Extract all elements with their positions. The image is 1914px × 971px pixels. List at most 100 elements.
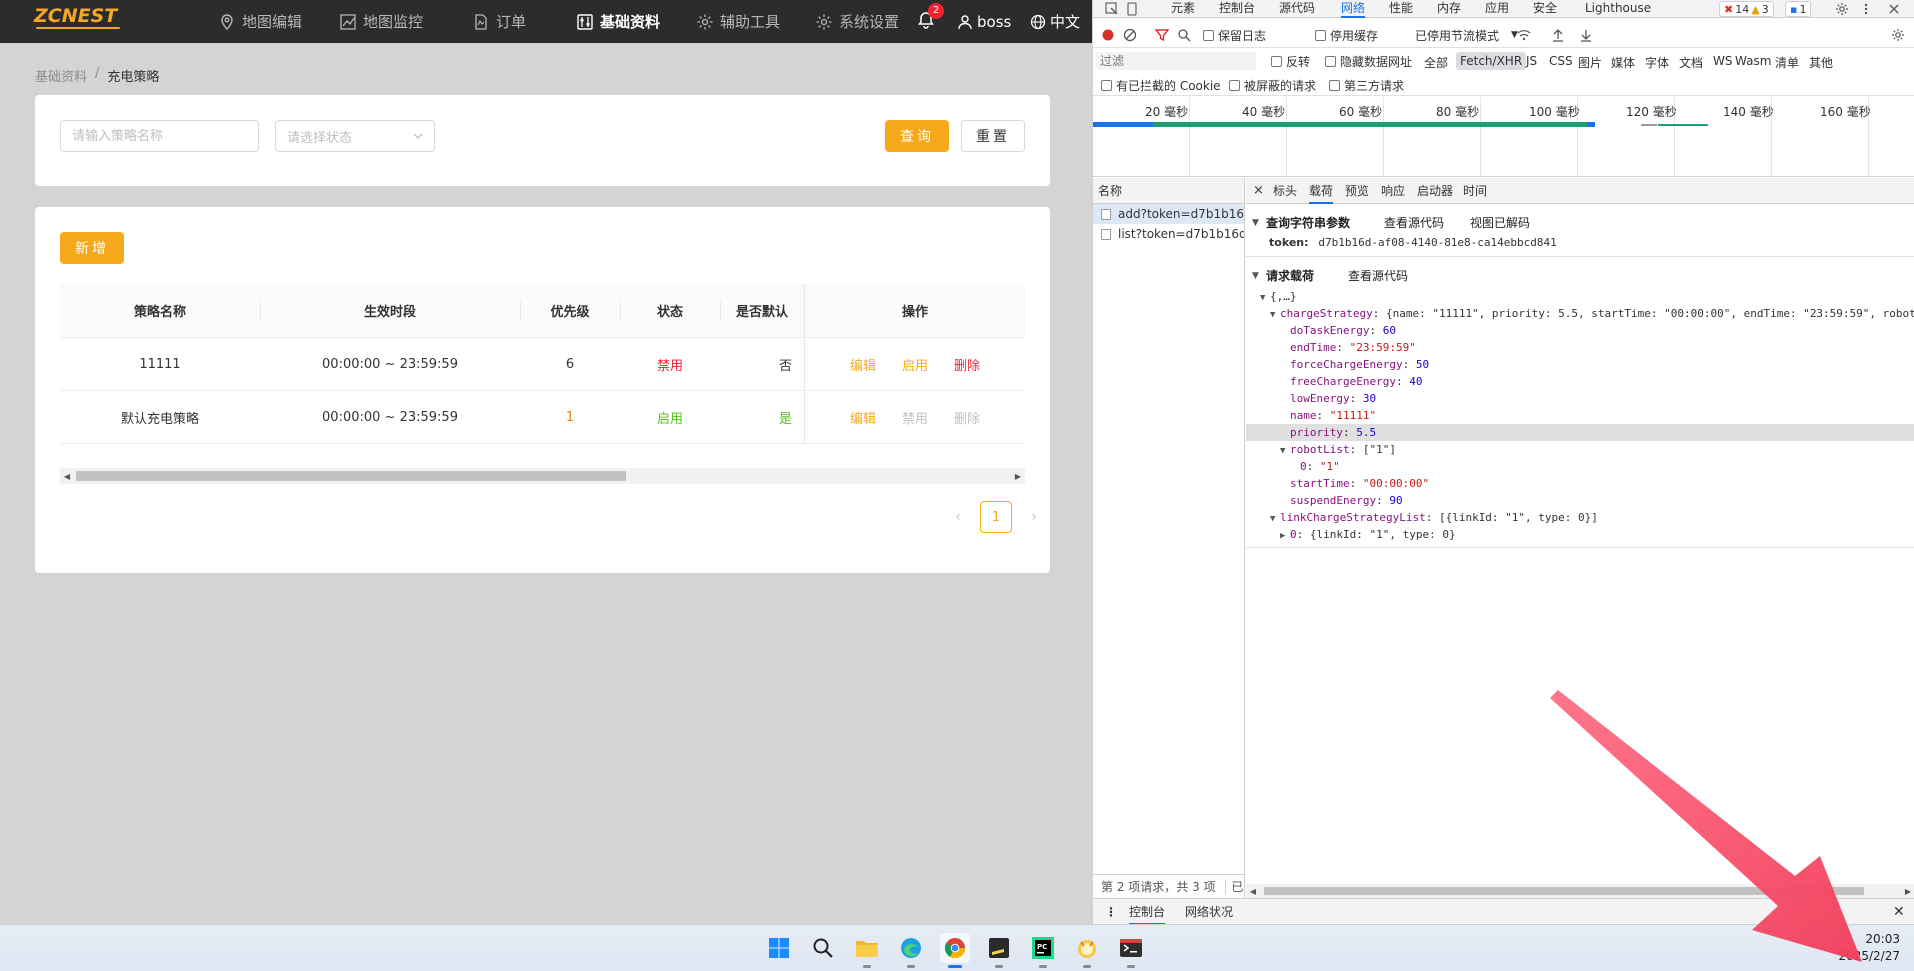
tab-sources[interactable]: 源代码 xyxy=(1279,0,1315,18)
scroll-left-arrow-icon[interactable]: ◀ xyxy=(60,468,74,484)
close-icon[interactable]: × xyxy=(1253,178,1264,204)
tab-lighthouse[interactable]: Lighthouse xyxy=(1585,0,1651,18)
search-icon[interactable] xyxy=(808,933,838,963)
wifi-settings-icon[interactable] xyxy=(1517,28,1531,42)
blocked-requests-checkbox[interactable]: 被屏蔽的请求 xyxy=(1229,76,1316,94)
tab-memory[interactable]: 内存 xyxy=(1437,0,1461,18)
tree-node-link-list[interactable]: ▼ linkChargeStrategyList: [{linkId: "1", … xyxy=(1246,509,1914,526)
request-list-header[interactable]: 名称 xyxy=(1093,178,1244,204)
detail-horizontal-scrollbar[interactable]: ◀ ▶ xyxy=(1246,884,1914,898)
view-source-link[interactable]: 查看源代码 xyxy=(1384,214,1444,231)
pycharm-icon[interactable]: PC xyxy=(1028,933,1058,968)
tab-preview[interactable]: 预览 xyxy=(1345,178,1369,204)
type-filter-img[interactable]: 图片 xyxy=(1578,54,1602,71)
tab-initiator[interactable]: 启动器 xyxy=(1417,178,1453,204)
table-horizontal-scrollbar[interactable]: ◀ ▶ xyxy=(60,468,1025,484)
view-source-link[interactable]: 查看源代码 xyxy=(1348,267,1408,284)
throttle-select[interactable]: 已停用节流模式 ▼ xyxy=(1415,26,1518,44)
tab-payload[interactable]: 载荷 xyxy=(1309,178,1334,204)
user-menu[interactable]: boss xyxy=(957,0,1011,43)
type-filter-js[interactable]: JS xyxy=(1526,54,1537,68)
preserve-log-checkbox[interactable]: 保留日志 xyxy=(1203,26,1266,44)
gear-icon[interactable] xyxy=(1835,2,1849,16)
drawer-menu-icon[interactable]: ⋮ xyxy=(1105,899,1117,925)
issue-counter[interactable]: ✖ 14 ▲ 3 xyxy=(1719,1,1774,17)
sticky-notes-icon[interactable] xyxy=(984,933,1014,968)
blocked-cookies-checkbox[interactable]: 有已拦截的 Cookie xyxy=(1101,76,1221,94)
nav-aux-tools[interactable]: 辅助工具 xyxy=(696,0,780,43)
tab-timing[interactable]: 时间 xyxy=(1463,178,1487,204)
tab-console[interactable]: 控制台 xyxy=(1219,0,1255,18)
tab-headers[interactable]: 标头 xyxy=(1273,178,1297,204)
tree-node-link-item[interactable]: ▶ 0: {linkId: "1", type: 0} xyxy=(1246,526,1914,543)
device-toggle-icon[interactable] xyxy=(1125,2,1139,16)
breadcrumb-parent[interactable]: 基础资料 xyxy=(35,66,87,85)
search-icon[interactable] xyxy=(1177,28,1191,42)
tab-elements[interactable]: 元素 xyxy=(1171,0,1195,18)
hide-data-urls-checkbox[interactable]: 隐藏数据网址 xyxy=(1325,52,1412,70)
delete-link[interactable]: 删除 xyxy=(954,355,980,374)
prev-page-icon[interactable]: ‹ xyxy=(950,509,966,525)
query-button[interactable]: 查询 xyxy=(885,120,949,152)
edge-icon[interactable] xyxy=(896,933,926,968)
next-page-icon[interactable]: › xyxy=(1026,509,1042,525)
enable-link[interactable]: 启用 xyxy=(902,355,928,374)
nav-map-edit[interactable]: 地图编辑 xyxy=(218,0,302,43)
type-filter-all[interactable]: 全部 xyxy=(1424,54,1448,71)
tab-performance[interactable]: 性能 xyxy=(1389,0,1413,18)
scroll-right-arrow-icon[interactable]: ▶ xyxy=(1901,883,1914,899)
query-params-section[interactable]: ▼ 查询字符串参数 查看源代码 视图已解码 xyxy=(1252,214,1530,231)
close-icon[interactable] xyxy=(1887,2,1901,16)
tree-node-robot-list[interactable]: ▼ robotList: ["1"] xyxy=(1246,441,1914,458)
nav-orders[interactable]: 订单 xyxy=(472,0,526,43)
scrollbar-thumb[interactable] xyxy=(76,471,626,481)
nav-basic-data[interactable]: 基础资料 xyxy=(576,0,660,43)
upload-icon[interactable] xyxy=(1551,28,1565,42)
type-filter-doc[interactable]: 文档 xyxy=(1679,54,1703,71)
app-icon[interactable] xyxy=(1072,933,1102,968)
scroll-right-arrow-icon[interactable]: ▶ xyxy=(1011,468,1025,484)
status-select[interactable]: 请选择状态 xyxy=(275,120,435,152)
gear-icon[interactable] xyxy=(1891,28,1905,42)
tab-response[interactable]: 响应 xyxy=(1381,178,1405,204)
tab-network[interactable]: 网络 xyxy=(1341,0,1366,18)
download-icon[interactable] xyxy=(1579,28,1593,42)
nav-system-settings[interactable]: 系统设置 xyxy=(815,0,899,43)
type-filter-wasm[interactable]: Wasm xyxy=(1735,54,1771,68)
filter-input[interactable]: 过滤 xyxy=(1096,52,1256,70)
scroll-left-arrow-icon[interactable]: ◀ xyxy=(1246,883,1260,899)
type-filter-manifest[interactable]: 清单 xyxy=(1775,54,1799,71)
tree-root[interactable]: ▼ {,…} xyxy=(1246,288,1914,305)
nav-map-monitor[interactable]: 地图监控 xyxy=(339,0,423,43)
type-filter-css[interactable]: CSS xyxy=(1549,54,1573,68)
tab-application[interactable]: 应用 xyxy=(1485,0,1509,18)
windows-start-icon[interactable] xyxy=(764,933,794,963)
request-payload-section[interactable]: ▼ 请求载荷 查看源代码 xyxy=(1252,267,1408,284)
record-icon[interactable] xyxy=(1101,28,1115,42)
type-filter-font[interactable]: 字体 xyxy=(1645,54,1669,71)
type-filter-ws[interactable]: WS xyxy=(1713,54,1732,68)
strategy-name-input[interactable] xyxy=(60,120,259,152)
terminal-icon[interactable] xyxy=(1116,933,1146,968)
system-clock[interactable]: 20:03 2025/2/27 xyxy=(1826,931,1900,965)
type-filter-media[interactable]: 媒体 xyxy=(1611,54,1635,71)
drawer-tab-console[interactable]: 控制台 xyxy=(1129,899,1166,925)
drawer-tab-network-conditions[interactable]: 网络状况 xyxy=(1185,899,1233,925)
tab-security[interactable]: 安全 xyxy=(1533,0,1557,18)
close-icon[interactable]: ✕ xyxy=(1893,899,1905,925)
notifications-button[interactable]: 2 xyxy=(916,3,944,32)
request-item[interactable]: list?token=d7b1b16d... xyxy=(1093,224,1244,244)
request-item[interactable]: add?token=d7b1b16... xyxy=(1093,204,1244,224)
edit-link[interactable]: 编辑 xyxy=(850,408,876,427)
add-button[interactable]: 新增 xyxy=(60,232,124,264)
more-options-icon[interactable] xyxy=(1859,2,1873,16)
message-counter[interactable]: ▪ 1 xyxy=(1785,1,1812,17)
inspect-icon[interactable] xyxy=(1105,2,1119,16)
chrome-icon[interactable] xyxy=(940,933,970,968)
edit-link[interactable]: 编辑 xyxy=(850,355,876,374)
tree-node-charge-strategy[interactable]: ▼ chargeStrategy: {name: "11111", priorit… xyxy=(1246,305,1914,322)
clear-icon[interactable] xyxy=(1123,28,1137,42)
type-filter-other[interactable]: 其他 xyxy=(1809,54,1833,71)
type-filter-xhr[interactable]: Fetch/XHR xyxy=(1456,52,1527,70)
disable-cache-checkbox[interactable]: 停用缓存 xyxy=(1315,26,1378,44)
